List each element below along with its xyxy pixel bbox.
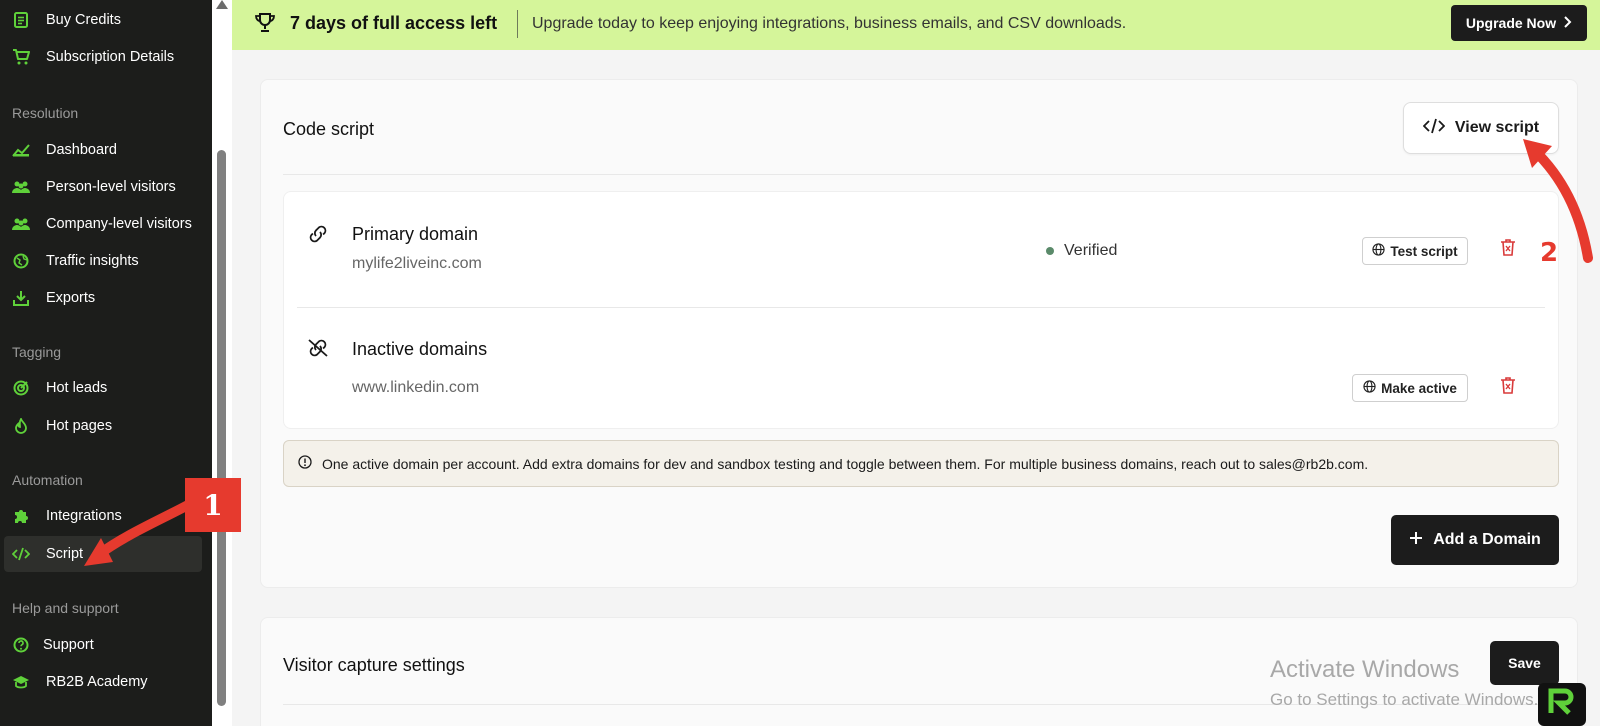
annotation-badge-1: 1 [185,478,241,532]
annotation-badge-2: 2 [1540,238,1559,268]
annotation-arrow-1 [93,500,193,560]
annotation-arrows [84,139,1593,566]
